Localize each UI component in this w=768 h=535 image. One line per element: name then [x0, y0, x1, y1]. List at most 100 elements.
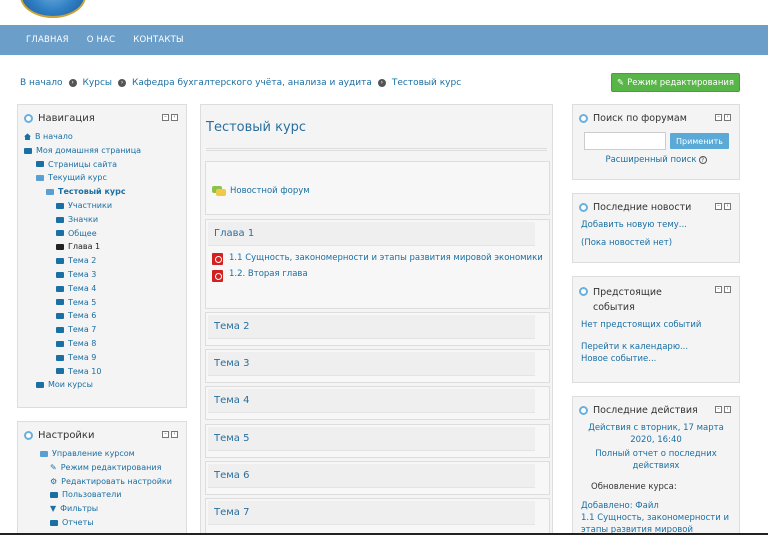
breadcrumb-course[interactable]: Тестовый курс: [392, 78, 461, 88]
advanced-search-link[interactable]: Расширенный поиск: [605, 155, 696, 165]
nav-tree-item[interactable]: Тема 9: [24, 351, 180, 365]
breadcrumb-home[interactable]: В начало: [20, 78, 63, 88]
block-dock-icon[interactable]: [579, 287, 588, 296]
settings-label[interactable]: Фильтры: [60, 502, 98, 516]
full-report-line[interactable]: Полный отчет о последних: [573, 448, 739, 460]
help-icon[interactable]: ?: [698, 156, 707, 164]
settings-item[interactable]: ⚙ Редактировать настройки: [24, 475, 180, 489]
settings-item[interactable]: Отчеты: [24, 516, 180, 530]
section-title[interactable]: Глава 1: [208, 222, 535, 246]
section-title[interactable]: Тема 4: [208, 389, 535, 413]
settings-label[interactable]: Пользователи: [62, 488, 121, 502]
full-report-line[interactable]: действиях: [573, 460, 739, 472]
file-link[interactable]: 1.2. Вторая глава: [229, 269, 308, 279]
nav-tree-item[interactable]: Участники: [24, 199, 180, 213]
added-file-link[interactable]: 1.1 Сущность, закономерности и: [581, 512, 731, 524]
nav-tree-item[interactable]: В начало: [24, 130, 180, 144]
nav-about[interactable]: О НАС: [87, 35, 116, 45]
nav-tree-label[interactable]: Тема 5: [68, 296, 96, 310]
nav-tree-item[interactable]: Текущий курс: [24, 171, 180, 185]
hide-block-icon[interactable]: –: [162, 431, 169, 438]
nav-tree-item[interactable]: Тема 8: [24, 337, 180, 351]
nav-tree-label[interactable]: Участники: [68, 199, 112, 213]
settings-item[interactable]: Управление курсом: [24, 447, 180, 461]
settings-item[interactable]: ▼ Фильтры: [24, 502, 180, 516]
activity-file[interactable]: 1.2. Вторая глава: [206, 267, 549, 284]
nav-tree-item[interactable]: Общее: [24, 227, 180, 241]
new-event-link[interactable]: Новое событие...: [581, 354, 656, 364]
nav-tree-label[interactable]: Тема 2: [68, 254, 96, 268]
site-logo[interactable]: [20, 0, 86, 18]
nav-tree-label[interactable]: Тема 9: [68, 351, 96, 365]
block-dock-icon[interactable]: [579, 406, 588, 415]
nav-tree-item[interactable]: Тема 3: [24, 268, 180, 282]
breadcrumb-department[interactable]: Кафедра бухгалтерского учёта, анализа и …: [132, 78, 372, 88]
block-dock-icon[interactable]: [24, 114, 33, 123]
nav-tree-item[interactable]: Тема 10: [24, 365, 180, 379]
hide-block-icon[interactable]: –: [162, 114, 169, 121]
nav-tree-label[interactable]: Общее: [68, 227, 97, 241]
settings-item[interactable]: Пользователи: [24, 488, 180, 502]
nav-tree-label[interactable]: Тестовый курс: [58, 185, 126, 199]
settings-label[interactable]: Режим редактирования: [61, 461, 162, 475]
nav-tree-item[interactable]: Тестовый курс: [24, 185, 180, 199]
nav-tree-label[interactable]: Тема 8: [68, 337, 96, 351]
move-block-icon[interactable]: ‹: [724, 286, 731, 293]
calendar-link[interactable]: Перейти к календарю...: [581, 342, 688, 352]
nav-tree-item[interactable]: Тема 7: [24, 323, 180, 337]
forum-search-input[interactable]: [584, 132, 666, 150]
nav-tree-label[interactable]: Тема 4: [68, 282, 96, 296]
file-link[interactable]: 1.1 Сущность, закономерности и этапы раз…: [229, 252, 543, 264]
settings-label[interactable]: Редактировать настройки: [61, 475, 172, 489]
nav-home[interactable]: ГЛАВНАЯ: [26, 35, 69, 45]
section-title[interactable]: Тема 2: [208, 315, 535, 339]
nav-tree-label[interactable]: Мои курсы: [48, 378, 93, 392]
nav-contacts[interactable]: КОНТАКТЫ: [133, 35, 183, 45]
nav-tree-item[interactable]: Тема 5: [24, 296, 180, 310]
add-news-link[interactable]: Добавить новую тему...: [581, 220, 687, 230]
settings-label[interactable]: Управление курсом: [52, 447, 135, 461]
nav-tree-item[interactable]: Страницы сайта: [24, 158, 180, 172]
nav-tree-label[interactable]: Страницы сайта: [48, 158, 117, 172]
hide-block-icon[interactable]: –: [715, 114, 722, 121]
nav-tree-item[interactable]: Глава 1: [24, 240, 180, 254]
apply-button[interactable]: Применить: [670, 133, 729, 149]
settings-label[interactable]: Отчеты: [62, 516, 94, 530]
nav-tree-label[interactable]: В начало: [35, 130, 73, 144]
edit-mode-button[interactable]: ✎ Режим редактирования: [611, 73, 740, 92]
nav-tree-label[interactable]: Тема 10: [68, 365, 101, 379]
move-block-icon[interactable]: ‹: [171, 114, 178, 121]
move-block-icon[interactable]: ‹: [171, 431, 178, 438]
nav-tree-item[interactable]: Тема 6: [24, 309, 180, 323]
nav-tree-label[interactable]: Моя домашняя страница: [36, 144, 141, 158]
nav-tree-item[interactable]: Моя домашняя страница: [24, 144, 180, 158]
section-title[interactable]: Тема 3: [208, 352, 535, 376]
nav-tree-item[interactable]: Тема 4: [24, 282, 180, 296]
block-dock-icon[interactable]: [579, 114, 588, 123]
nav-tree-label[interactable]: Текущий курс: [48, 171, 107, 185]
activity-file[interactable]: 1.1 Сущность, закономерности и этапы раз…: [206, 250, 549, 267]
section-title[interactable]: Тема 5: [208, 427, 535, 451]
nav-tree-label[interactable]: Значки: [68, 213, 98, 227]
news-forum-link[interactable]: Новостной форум: [230, 186, 310, 196]
move-block-icon[interactable]: ‹: [724, 406, 731, 413]
activity-news-forum[interactable]: Новостной форум: [206, 184, 549, 198]
nav-tree-item[interactable]: Мои курсы: [24, 378, 180, 392]
settings-item[interactable]: ✎ Режим редактирования: [24, 461, 180, 475]
nav-tree-label[interactable]: Тема 3: [68, 268, 96, 282]
hide-block-icon[interactable]: –: [715, 203, 722, 210]
section-title[interactable]: Тема 7: [208, 501, 535, 525]
move-block-icon[interactable]: ‹: [724, 114, 731, 121]
hide-block-icon[interactable]: –: [715, 286, 722, 293]
nav-tree-item[interactable]: Значки: [24, 213, 180, 227]
full-report-link[interactable]: Полный отчет о последних действиях: [573, 448, 739, 472]
breadcrumb-courses[interactable]: Курсы: [83, 78, 112, 88]
nav-tree-label[interactable]: Тема 6: [68, 309, 96, 323]
nav-tree-item[interactable]: Тема 2: [24, 254, 180, 268]
block-dock-icon[interactable]: [579, 203, 588, 212]
nav-tree-label[interactable]: Тема 7: [68, 323, 96, 337]
section-title[interactable]: Тема 6: [208, 464, 535, 488]
block-dock-icon[interactable]: [24, 431, 33, 440]
hide-block-icon[interactable]: –: [715, 406, 722, 413]
move-block-icon[interactable]: ‹: [724, 203, 731, 210]
